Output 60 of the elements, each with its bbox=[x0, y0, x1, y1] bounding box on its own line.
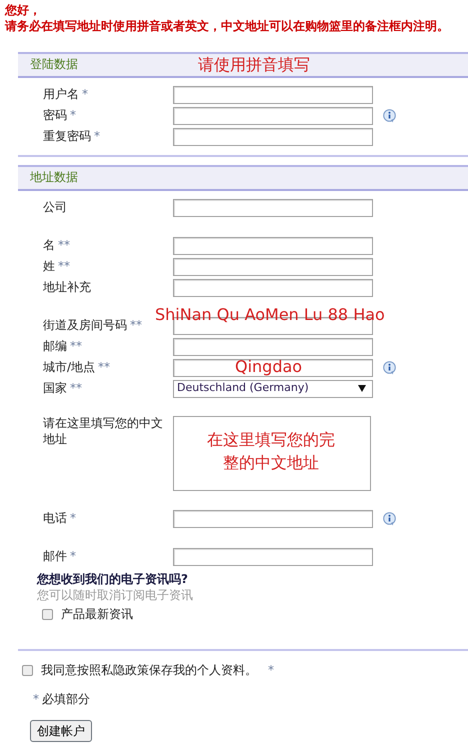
country-select[interactable]: Deutschland (Germany) bbox=[173, 380, 373, 398]
field-label: 街道及房间号码 ** bbox=[43, 318, 143, 334]
annotation-text: Qingdao bbox=[235, 358, 302, 376]
field-label: 邮件 * bbox=[43, 548, 77, 564]
input-field[interactable] bbox=[173, 86, 373, 104]
required-note: 必填部分 bbox=[42, 692, 90, 708]
required-mark: * bbox=[268, 662, 274, 678]
info-icon[interactable] bbox=[383, 360, 396, 374]
greeting-text: 您好， bbox=[5, 2, 42, 18]
required-mark: * bbox=[70, 510, 76, 525]
newsletter-subtitle: 您可以随时取消订阅电子资讯 bbox=[37, 588, 194, 604]
required-mark: ** bbox=[130, 318, 142, 332]
field-label: 密码 * bbox=[43, 108, 77, 124]
field-label: 用户名 * bbox=[43, 86, 89, 102]
info-icon[interactable] bbox=[383, 512, 396, 526]
field-label: 电话 * bbox=[43, 510, 77, 526]
required-mark: * bbox=[70, 548, 76, 563]
section-title: 登陆数据 bbox=[30, 57, 78, 73]
field-label: 名 ** bbox=[43, 238, 71, 254]
required-mark: ** bbox=[98, 360, 110, 374]
required-mark: * bbox=[94, 128, 100, 143]
required-mark: * bbox=[33, 692, 39, 708]
field-label: 城市/地点 ** bbox=[43, 360, 112, 376]
checkbox-label: 我同意按照私隐政策保存我的个人资料。 bbox=[41, 662, 257, 678]
required-mark: * bbox=[82, 86, 88, 101]
input-field[interactable] bbox=[173, 198, 373, 216]
field-label: 请在这里填写您的中文地址 bbox=[43, 416, 164, 448]
field-label: 重复密码 * bbox=[43, 128, 101, 144]
field-label: 地址补充 bbox=[43, 280, 92, 296]
annotation-text: ShiNan Qu AoMen Lu 88 Hao bbox=[155, 306, 385, 324]
checkbox[interactable] bbox=[42, 609, 53, 620]
input-field[interactable] bbox=[173, 338, 373, 356]
submit-button[interactable]: 创建帐户 bbox=[30, 720, 92, 742]
required-mark: ** bbox=[70, 338, 82, 353]
annotation-text: 在这里填写您的完整的中文地址 bbox=[206, 429, 336, 474]
caret-icon bbox=[358, 385, 366, 392]
required-mark: ** bbox=[70, 380, 82, 395]
input-field[interactable] bbox=[173, 548, 373, 566]
input-field[interactable] bbox=[173, 236, 373, 254]
field-label: 姓 ** bbox=[43, 258, 71, 274]
input-field[interactable] bbox=[173, 128, 373, 146]
required-mark: ** bbox=[58, 258, 70, 273]
required-mark: * bbox=[70, 108, 76, 122]
newsletter-title: 您想收到我们的电子资讯吗? bbox=[37, 572, 189, 588]
input-field[interactable] bbox=[173, 278, 373, 296]
checkbox[interactable] bbox=[22, 665, 33, 676]
greeting-text: 请务必在填写地址时使用拼音或者英文，中文地址可以在购物篮里的备注框内注明。 bbox=[5, 18, 450, 34]
field-label: 公司 bbox=[43, 200, 68, 216]
annotation-text: 请使用拼音填写 bbox=[198, 56, 310, 74]
info-icon[interactable] bbox=[383, 108, 396, 122]
required-mark: ** bbox=[58, 238, 70, 252]
field-label: 国家 ** bbox=[43, 380, 83, 396]
input-field[interactable] bbox=[173, 106, 373, 124]
textarea-field[interactable] bbox=[173, 416, 371, 491]
checkbox-label: 产品最新资讯 bbox=[61, 607, 133, 623]
input-field[interactable] bbox=[173, 510, 373, 528]
input-field[interactable] bbox=[173, 258, 373, 276]
field-label: 邮编 ** bbox=[43, 338, 83, 354]
input-field[interactable] bbox=[173, 358, 373, 376]
section-title: 地址数据 bbox=[30, 170, 78, 186]
